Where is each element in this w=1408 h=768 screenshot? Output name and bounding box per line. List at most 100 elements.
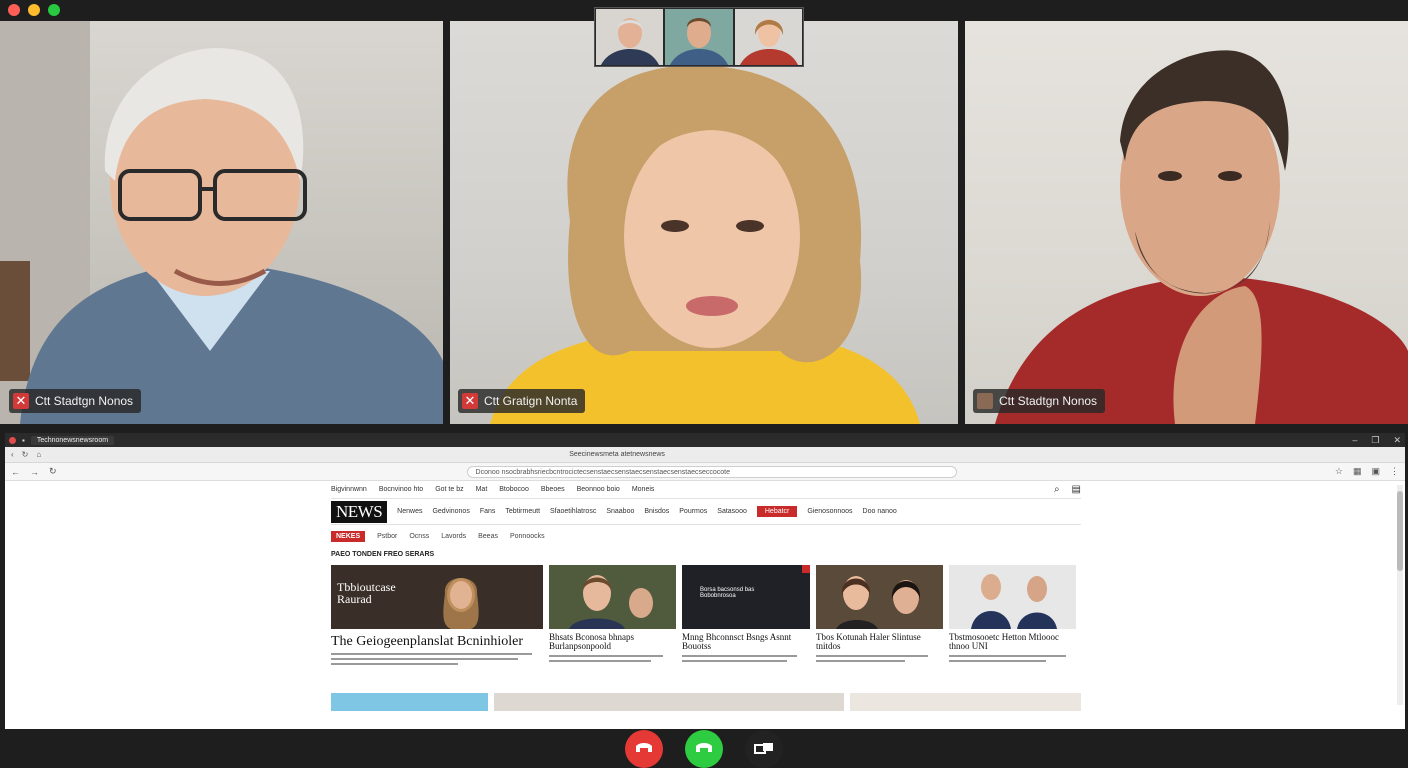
nav-link-4[interactable]: Tebtirmeutt <box>505 508 540 515</box>
mic-muted-icon: ✕ <box>13 393 29 409</box>
news-card-1[interactable]: Tbbioutcase Raurad The Geiogeenplanslat … <box>331 565 543 665</box>
back-icon[interactable]: ‹ <box>11 450 14 459</box>
bookmark-icon[interactable]: ☆ <box>1335 466 1343 477</box>
grid-menu-icon[interactable]: ▤ <box>1072 484 1081 495</box>
site-logo[interactable]: NEWS <box>331 500 388 523</box>
story-thumb-3[interactable] <box>850 693 1081 711</box>
window-close-dot <box>9 436 16 444</box>
nav-link-8[interactable]: Pourmos <box>679 508 707 515</box>
thumbnail-video-2 <box>670 18 729 65</box>
live-badge-icon <box>802 565 810 573</box>
news-card-text-2 <box>549 654 676 662</box>
scrollbar-thumb[interactable] <box>1397 491 1403 571</box>
nav-link-3[interactable]: Fans <box>480 508 496 515</box>
shared-window-controls: – ❐ ✕ <box>1352 435 1401 446</box>
shared-screen: ▪ Technonewsnewsroom – ❐ ✕ ‹ ↻ ⌂ Seecine… <box>5 433 1405 729</box>
sub-nav-link-1[interactable]: Pstbor <box>377 533 397 540</box>
nav-back-icon[interactable]: ← <box>11 467 20 477</box>
extensions-icon[interactable]: ▦ <box>1353 466 1362 477</box>
news-card-4[interactable]: Tbos Kotunah Haler Slintuse tnitdos <box>816 565 943 665</box>
window-controls <box>8 4 60 16</box>
minimize-icon[interactable]: – <box>1352 435 1357 446</box>
nav-right-1[interactable]: Gienosonnoos <box>807 508 852 515</box>
nav-highlight-link[interactable]: Hebatcr <box>756 506 798 517</box>
restore-icon[interactable]: ❐ <box>1371 435 1379 446</box>
nav-right-2[interactable]: Doo nanoo <box>863 508 897 515</box>
news-card-image-art-4 <box>836 576 921 629</box>
news-card-image-2 <box>549 565 676 629</box>
home-icon[interactable]: ⌂ <box>36 450 41 459</box>
video-call-window: ✕ Ctt Stadtgn Nonos ✕ Ctt Gratign Nonta <box>0 0 1408 768</box>
hang-up-icon <box>636 742 652 752</box>
story-thumb-1[interactable] <box>331 693 488 711</box>
shared-window-titlebar: ▪ Technonewsnewsroom – ❐ ✕ <box>5 433 1405 447</box>
news-site: Bigvinnwnn Bocnvinoo hto Got te bz Mat B… <box>331 481 1081 665</box>
phone-icon <box>696 742 712 752</box>
close-icon[interactable]: ✕ <box>1393 435 1401 446</box>
url-bar[interactable]: Dconoo nsocbrabhsriecbcntrocictecsenstae… <box>466 465 957 478</box>
sub-nav-link-4[interactable]: Beeas <box>478 533 498 540</box>
thumbnail-video-3 <box>739 19 798 65</box>
nav-link-1[interactable]: Nenwes <box>397 508 422 515</box>
reload-icon[interactable]: ↻ <box>49 466 57 477</box>
screen-share-icon <box>754 742 773 754</box>
participant-tile-3[interactable]: Ctt Stadtgn Nonos <box>965 21 1408 424</box>
site-masthead: NEWS Nenwes Gedvinonos Fans Tebtirmeutt … <box>331 499 1081 525</box>
browser-address-row: ← → ↻ Dconoo nsocbrabhsriecbcntrocictecs… <box>5 463 1405 481</box>
news-card-5[interactable]: Tbstmosooetc Hetton Mtloooc thnoo UNI <box>949 565 1076 665</box>
nav-link-5[interactable]: Sfaoetihlatrosc <box>550 508 596 515</box>
participant-thumbnail-2[interactable] <box>665 9 733 65</box>
close-window-button[interactable] <box>8 4 20 16</box>
top-link-6[interactable]: Bbeoes <box>541 486 565 493</box>
call-button[interactable] <box>685 729 723 768</box>
minimize-window-button[interactable] <box>28 4 40 16</box>
news-card-overlay-1: Tbbioutcase Raurad <box>337 580 396 606</box>
page-scrollbar[interactable] <box>1397 485 1403 705</box>
top-link-5[interactable]: Btobocoo <box>499 486 529 493</box>
participant-tile-2[interactable]: ✕ Ctt Gratign Nonta <box>450 21 958 424</box>
nav-link-9[interactable]: Satasooo <box>717 508 747 515</box>
participant-tile-1[interactable]: ✕ Ctt Stadtgn Nonos <box>0 21 443 424</box>
news-card-headline-1[interactable]: The Geiogeenplanslat Bcninhioler <box>331 634 543 650</box>
nav-link-2[interactable]: Gedvinonos <box>432 508 469 515</box>
news-card-headline-5[interactable]: Tbstmosooetc Hetton Mtloooc thnoo UNI <box>949 632 1076 652</box>
search-icon[interactable]: ⌕ <box>1054 484 1060 495</box>
browser-tab-row: ‹ ↻ ⌂ Seecinewsmeta atetnewsnews <box>5 447 1405 463</box>
nav-link-6[interactable]: Snaaboo <box>606 508 634 515</box>
maximize-window-button[interactable] <box>48 4 60 16</box>
top-link-3[interactable]: Got te bz <box>435 486 463 493</box>
profile-icon[interactable]: ▣ <box>1371 466 1380 477</box>
top-link-2[interactable]: Bocnvinoo hto <box>379 486 423 493</box>
news-card-2[interactable]: Bhsats Bconosa bhnaps Burlanpsonpoold <box>549 565 676 665</box>
share-screen-button[interactable] <box>745 729 783 768</box>
participant-avatar <box>977 393 993 409</box>
menu-icon[interactable]: ⋮ <box>1390 466 1399 477</box>
nav-link-7[interactable]: Bnisdos <box>644 508 669 515</box>
top-link-1[interactable]: Bigvinnwnn <box>331 486 367 493</box>
news-card-text-4 <box>816 654 943 662</box>
end-call-button[interactable] <box>625 729 663 768</box>
news-card-headline-2[interactable]: Bhsats Bconosa bhnaps Burlanpsonpoold <box>549 632 676 652</box>
mic-muted-icon: ✕ <box>462 393 478 409</box>
story-thumb-2[interactable] <box>494 693 844 711</box>
sub-nav-link-5[interactable]: Ponnoocks <box>510 533 545 540</box>
participant-thumbnail-strip <box>594 7 804 67</box>
call-controls <box>0 729 1408 768</box>
nav-forward-icon[interactable]: → <box>30 467 39 477</box>
active-browser-tab[interactable]: Seecinewsmeta atetnewsnews <box>569 451 665 458</box>
sub-nav-pill[interactable]: NEKES <box>331 530 366 542</box>
participant-thumbnail-1[interactable] <box>596 9 664 65</box>
news-card-text-3 <box>682 654 810 662</box>
browser-window-tab[interactable]: Technonewsnewsroom <box>30 435 115 445</box>
participant-thumbnail-3[interactable] <box>734 9 802 65</box>
top-link-4[interactable]: Mat <box>476 486 488 493</box>
top-link-8[interactable]: Moneis <box>632 486 655 493</box>
section-label: PAEO TONDEN FREO SERARS <box>331 551 435 558</box>
sub-nav-link-2[interactable]: Ocnss <box>409 533 429 540</box>
top-link-7[interactable]: Beonnoo boio <box>577 486 620 493</box>
news-card-3[interactable]: Borsa bacsonsd bas Bobobnrosoa Mnng Bhco… <box>682 565 810 665</box>
news-card-headline-3[interactable]: Mnng Bhconnsct Bsngs Asnnt Bouotss <box>682 632 810 652</box>
refresh-icon[interactable]: ↻ <box>22 450 29 459</box>
news-card-headline-4[interactable]: Tbos Kotunah Haler Slintuse tnitdos <box>816 632 943 652</box>
sub-nav-link-3[interactable]: Lavords <box>441 533 466 540</box>
